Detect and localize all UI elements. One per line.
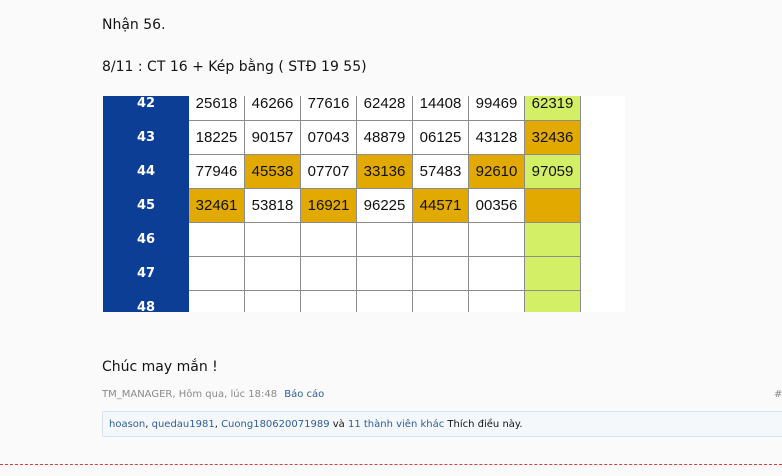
like-and: và <box>329 419 348 430</box>
table-row: 43 18225 90157 07043 48879 06125 43128 32436 <box>103 120 581 155</box>
table-cell: 62319 <box>524 96 581 121</box>
table-cell <box>356 256 413 291</box>
table-cell: 14408 <box>412 96 469 121</box>
table-cell <box>188 222 245 257</box>
like-others-link[interactable]: 11 thành viên khác <box>348 419 444 430</box>
post-time[interactable]: Hôm qua, lúc 18:48 <box>179 389 277 400</box>
table-cell <box>356 290 413 312</box>
table-cell: 33136 <box>356 154 413 189</box>
report-link[interactable]: Báo cáo <box>284 389 324 400</box>
table-cell <box>524 222 581 257</box>
table-cell <box>244 290 301 312</box>
table-cell <box>300 256 357 291</box>
table-cell: 43128 <box>468 120 525 155</box>
row-label: 46 <box>103 222 189 257</box>
table-cell: 97059 <box>524 154 581 189</box>
table-row: 47 <box>103 256 581 291</box>
likes-summary: hoason, quedau1981, Cuong180620071989 và… <box>102 411 782 437</box>
table-cell: 18225 <box>188 120 245 155</box>
table-cell <box>524 290 581 312</box>
like-user-link[interactable]: Cuong180620071989 <box>221 419 329 430</box>
post-line-2: 8/11 : CT 16 + Kép bằng ( STĐ 19 55) <box>102 59 367 75</box>
row-label: 48 <box>103 290 189 312</box>
table-cell <box>244 256 301 291</box>
table-cell <box>244 222 301 257</box>
table-cell: 92610 <box>468 154 525 189</box>
table-cell: 77946 <box>188 154 245 189</box>
like-user-link[interactable]: hoason <box>109 419 145 430</box>
table-cell: 96225 <box>356 188 413 223</box>
table-cell <box>412 256 469 291</box>
table-cell <box>300 222 357 257</box>
table-cell <box>524 256 581 291</box>
table-cell: 32461 <box>188 188 245 223</box>
table-cell: 16921 <box>300 188 357 223</box>
table-cell <box>188 256 245 291</box>
table-cell: 99469 <box>468 96 525 121</box>
table-cell <box>412 290 469 312</box>
table-cell: 57483 <box>412 154 469 189</box>
row-label: 45 <box>103 188 189 223</box>
like-suffix: Thích điều này. <box>444 419 523 430</box>
table-row: 42 25618 46266 77616 62428 14408 99469 62319 <box>103 96 581 121</box>
table-cell <box>300 290 357 312</box>
row-label: 44 <box>103 154 189 189</box>
table-cell: 07043 <box>300 120 357 155</box>
table-cell: 32436 <box>524 120 581 155</box>
table-row: 45 32461 53818 16921 96225 44571 00356 <box>103 188 581 223</box>
table-cell <box>468 290 525 312</box>
table-cell: 90157 <box>244 120 301 155</box>
results-table-image: 42 25618 46266 77616 62428 14408 99469 62319 43 1… <box>103 96 625 312</box>
post-divider <box>0 464 782 465</box>
table-cell <box>412 222 469 257</box>
table-cell <box>524 188 581 223</box>
post-meta: TM_MANAGER, Hôm qua, lúc 18:48 Báo cáo <box>102 389 325 400</box>
results-table: 42 25618 46266 77616 62428 14408 99469 62319 43 1… <box>103 96 581 312</box>
table-cell: 25618 <box>188 96 245 121</box>
row-label: 43 <box>103 120 189 155</box>
post-author[interactable]: TM_MANAGER <box>102 389 172 400</box>
table-cell: 06125 <box>412 120 469 155</box>
table-row: 46 <box>103 222 581 257</box>
table-cell <box>188 290 245 312</box>
like-user-link[interactable]: quedau1981 <box>152 419 215 430</box>
table-cell: 62428 <box>356 96 413 121</box>
table-cell <box>356 222 413 257</box>
table-cell: 53818 <box>244 188 301 223</box>
table-cell: 45538 <box>244 154 301 189</box>
row-label: 47 <box>103 256 189 291</box>
table-cell: 46266 <box>244 96 301 121</box>
row-label: 42 <box>103 96 189 121</box>
table-cell: 44571 <box>412 188 469 223</box>
table-cell <box>468 222 525 257</box>
table-cell <box>468 256 525 291</box>
closing-text: Chúc may mắn ! <box>102 359 218 375</box>
table-cell: 00356 <box>468 188 525 223</box>
post-permalink[interactable]: # <box>774 389 782 400</box>
table-cell: 77616 <box>300 96 357 121</box>
table-cell: 48879 <box>356 120 413 155</box>
table-row: 44 77946 45538 07707 33136 57483 92610 97059 <box>103 154 581 189</box>
table-row: 48 <box>103 290 581 312</box>
table-cell: 07707 <box>300 154 357 189</box>
post-line-1: Nhận 56. <box>102 17 166 33</box>
